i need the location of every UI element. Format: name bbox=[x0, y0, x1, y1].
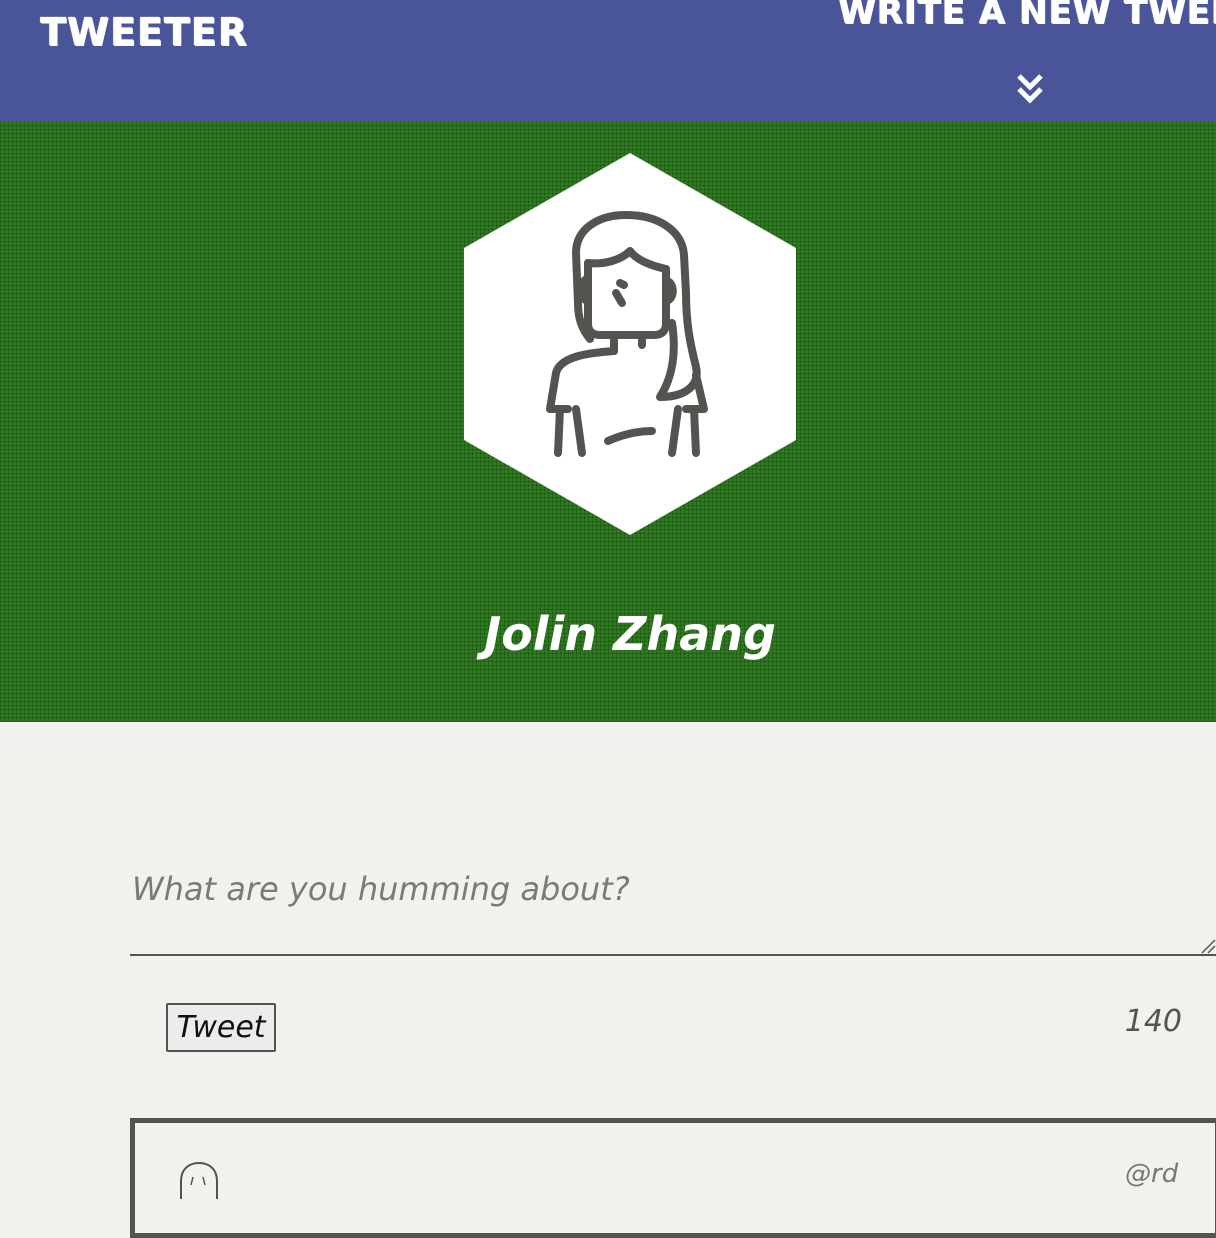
double-chevron-down-icon[interactable] bbox=[1016, 72, 1044, 106]
profile-header: Jolin Zhang bbox=[0, 122, 1216, 722]
char-counter: 140 bbox=[1124, 1004, 1182, 1039]
user-avatar-icon bbox=[180, 1161, 218, 1199]
resize-grip-icon[interactable] bbox=[1200, 938, 1216, 954]
tweet-input[interactable] bbox=[130, 858, 1216, 954]
top-nav: TWEETER WRITE A NEW TWEET bbox=[0, 0, 1216, 122]
tweet-card: @rd bbox=[130, 1118, 1216, 1238]
woman-avatar-icon bbox=[464, 153, 796, 535]
profile-name: Jolin Zhang bbox=[484, 607, 776, 661]
tweet-submit-button[interactable]: Tweet bbox=[166, 1003, 276, 1052]
brand-logo[interactable]: TWEETER bbox=[40, 8, 248, 56]
compose-area bbox=[130, 858, 1216, 956]
tweet-handle[interactable]: @rd bbox=[1125, 1157, 1178, 1191]
compose-toggle-button[interactable]: WRITE A NEW TWEET bbox=[838, 0, 1216, 106]
compose-toggle-label[interactable]: WRITE A NEW TWEET bbox=[838, 0, 1216, 38]
